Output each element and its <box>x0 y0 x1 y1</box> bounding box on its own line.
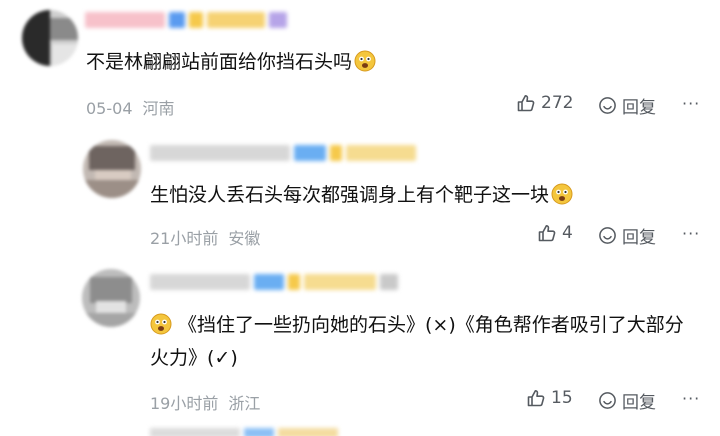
comment-date: 19小时前 <box>150 394 219 413</box>
surprised-face-emoji-icon <box>354 50 376 72</box>
comment-item: 《挡住了一些扔向她的石头》(×)《角色帮作者吸引了大部分 火力》(✓) 19小时… <box>0 255 720 430</box>
comment-date: 21小时前 <box>150 229 219 248</box>
reply-label: 回复 <box>622 228 656 248</box>
comment-thread: 不是林翩翩站前面给你挡石头吗 05-04河南 272 回复 ··· 生怕没人丢 <box>0 0 720 436</box>
reply-smile-icon <box>599 97 616 114</box>
next-comment-peek <box>150 428 342 436</box>
more-options-button[interactable]: ··· <box>682 389 700 408</box>
reply-button[interactable]: 回复 <box>598 388 656 413</box>
comment-meta: 21小时前 安徽 <box>150 225 260 249</box>
reply-button[interactable]: 回复 <box>598 93 656 118</box>
surprised-face-emoji-icon <box>150 313 172 335</box>
thumbs-up-icon <box>538 225 556 242</box>
comment-text: 不是林翩翩站前面给你挡石头吗 <box>86 45 376 79</box>
username-blurred[interactable] <box>150 274 402 290</box>
comment-item: 不是林翩翩站前面给你挡石头吗 05-04 河南 272 回复 ··· <box>0 0 720 125</box>
comment-location: 河南 <box>142 99 175 118</box>
username-blurred[interactable] <box>150 145 420 161</box>
comment-location: 浙江 <box>228 394 261 413</box>
avatar[interactable] <box>83 140 141 198</box>
reply-label: 回复 <box>622 98 656 118</box>
thumbs-up-icon <box>527 390 545 407</box>
like-button[interactable]: 15 <box>526 388 573 408</box>
avatar[interactable] <box>82 269 140 327</box>
comment-meta: 05-04 河南 <box>86 95 175 119</box>
like-count: 15 <box>551 388 573 408</box>
like-button[interactable]: 272 <box>516 93 573 113</box>
comment-location: 安徽 <box>228 229 261 248</box>
like-button[interactable]: 4 <box>537 223 573 243</box>
reply-smile-icon <box>599 392 616 409</box>
comment-text: 《挡住了一些扔向她的石头》(×)《角色帮作者吸引了大部分 <box>150 308 684 342</box>
comment-text-continued: 火力》(✓) <box>150 341 238 375</box>
like-count: 4 <box>562 223 573 243</box>
avatar[interactable] <box>22 10 78 66</box>
comment-item: 生怕没人丢石头每次都强调身上有个靶子这一块 21小时前 安徽 4 回复 ··· <box>0 125 720 255</box>
surprised-face-emoji-icon <box>551 183 573 205</box>
more-options-button[interactable]: ··· <box>682 224 700 243</box>
more-options-button[interactable]: ··· <box>682 94 700 113</box>
like-count: 272 <box>541 93 574 113</box>
comment-text-line-2: 火力》(✓) <box>150 347 238 369</box>
comment-meta: 19小时前 浙江 <box>150 390 260 414</box>
comment-text-line-1: 《挡住了一些扔向她的石头》(×)《角色帮作者吸引了大部分 <box>178 314 684 336</box>
comment-text: 生怕没人丢石头每次都强调身上有个靶子这一块 <box>150 178 573 212</box>
comment-text-content: 生怕没人丢石头每次都强调身上有个靶子这一块 <box>150 184 550 206</box>
reply-label: 回复 <box>622 393 656 413</box>
reply-smile-icon <box>599 227 616 244</box>
comment-date: 05-04 <box>86 99 133 118</box>
thumbs-up-icon <box>517 95 535 112</box>
comment-text-content: 不是林翩翩站前面给你挡石头吗 <box>86 51 353 73</box>
reply-button[interactable]: 回复 <box>598 223 656 248</box>
username-blurred[interactable] <box>85 12 291 28</box>
